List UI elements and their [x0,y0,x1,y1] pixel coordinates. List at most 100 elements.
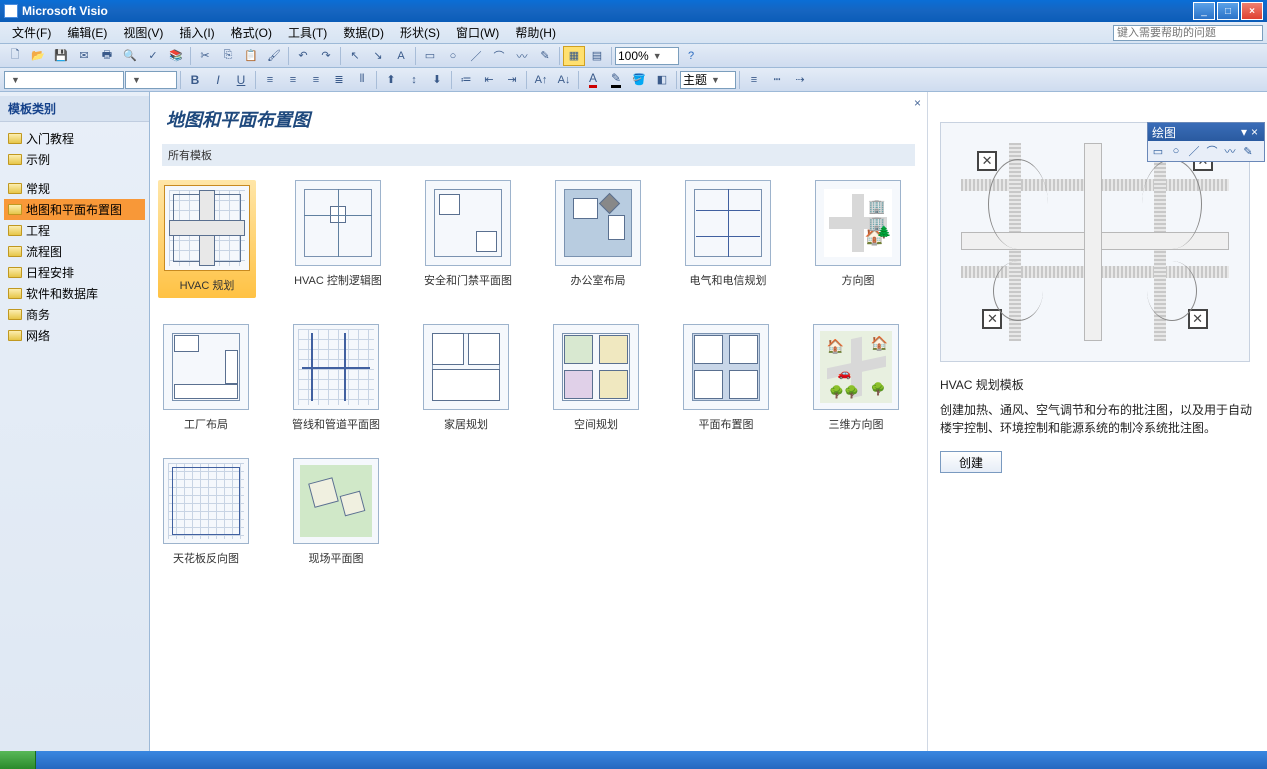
template-item[interactable]: 工厂布局 [158,324,254,432]
valign-mid-button[interactable]: ↕ [403,70,425,90]
valign-bot-button[interactable]: ⬇ [426,70,448,90]
maximize-button[interactable]: □ [1217,2,1239,20]
fill-toggle[interactable]: ▦ [563,46,585,66]
open-button[interactable]: 📂 [27,46,49,66]
start-button[interactable] [0,751,36,769]
create-button[interactable]: 创建 [940,451,1002,473]
line-tool[interactable]: ／ [465,46,487,66]
panel-menu-icon[interactable]: ▾ [1239,125,1249,139]
template-item[interactable]: 平面布置图 [678,324,774,432]
indent-button[interactable]: ⇥ [501,70,523,90]
template-item[interactable]: 家居规划 [418,324,514,432]
sidebar-item-business[interactable]: 商务 [4,304,145,325]
template-item[interactable]: 🏠🏢🏢🌲方向图 [810,180,906,298]
template-item[interactable]: 🏠🏠🌳🌳🌳🚗三维方向图 [808,324,904,432]
menu-insert[interactable]: 插入(I) [171,22,222,43]
line-color-button[interactable]: ✎ [605,70,627,90]
shadow-button[interactable]: ◧ [651,70,673,90]
template-item[interactable]: 现场平面图 [288,458,384,566]
outdent-button[interactable]: ⇤ [478,70,500,90]
copy-button[interactable]: ⎘ [217,46,239,66]
menu-data[interactable]: 数据(D) [335,22,392,43]
menu-tools[interactable]: 工具(T) [280,22,335,43]
sidebar-item-flowchart[interactable]: 流程图 [4,241,145,262]
close-pane-icon[interactable]: × [914,96,921,110]
sidebar-item-samples[interactable]: 示例 [4,149,145,170]
fontsize-combo[interactable]: ▼ [125,71,177,89]
research-button[interactable]: 📚 [165,46,187,66]
template-item[interactable]: 办公室布局 [550,180,646,298]
ellipse-tool-icon[interactable]: ○ [1169,144,1183,158]
help-input[interactable] [1113,25,1263,41]
menu-help[interactable]: 帮助(H) [507,22,564,43]
template-item[interactable]: HVAC 控制逻辑图 [290,180,386,298]
template-item[interactable]: 安全和门禁平面图 [420,180,516,298]
preview-button[interactable]: 🔍 [119,46,141,66]
mail-button[interactable]: ✉ [73,46,95,66]
menu-edit[interactable]: 编辑(E) [59,22,115,43]
drawing-tools-panel[interactable]: 绘图 ▾ × ▭ ○ ／ ⌒ 〰 ✎ [1147,122,1265,162]
template-item[interactable]: 电气和电信规划 [680,180,776,298]
cut-button[interactable]: ✂ [194,46,216,66]
text-tool[interactable]: A [390,46,412,66]
undo-button[interactable]: ↶ [292,46,314,66]
sidebar-item-maps-floor[interactable]: 地图和平面布置图 [4,199,145,220]
menu-window[interactable]: 窗口(W) [448,22,507,43]
new-button[interactable]: 🗋 [4,46,26,66]
distribute-button[interactable]: ⫴ [351,70,373,90]
close-button[interactable]: × [1241,2,1263,20]
valign-top-button[interactable]: ⬆ [380,70,402,90]
menu-view[interactable]: 视图(V) [115,22,171,43]
line-weight-button[interactable]: ≡ [743,70,765,90]
freeform-tool[interactable]: 〰 [511,46,533,66]
align-right-button[interactable]: ≡ [305,70,327,90]
format-painter-button[interactable]: 🖌 [263,46,285,66]
menu-file[interactable]: 文件(F) [4,22,59,43]
arc-tool-icon[interactable]: ⌒ [1205,144,1219,158]
sidebar-item-network[interactable]: 网络 [4,325,145,346]
drawing-panel-header[interactable]: 绘图 ▾ × [1148,123,1264,141]
sidebar-item-engineering[interactable]: 工程 [4,220,145,241]
pointer-tool[interactable]: ↖ [344,46,366,66]
align-left-button[interactable]: ≡ [259,70,281,90]
arc-tool[interactable]: ⌒ [488,46,510,66]
line-tool-icon[interactable]: ／ [1187,144,1201,158]
rect-tool[interactable]: ▭ [419,46,441,66]
fontsize-down-button[interactable]: A↓ [553,70,575,90]
stencil-button[interactable]: ▤ [586,46,608,66]
spell-button[interactable]: ✓ [142,46,164,66]
menu-format[interactable]: 格式(O) [223,22,280,43]
bold-button[interactable]: B [184,70,206,90]
underline-button[interactable]: U [230,70,252,90]
sidebar-item-software-db[interactable]: 软件和数据库 [4,283,145,304]
pencil-tool[interactable]: ✎ [534,46,556,66]
freeform-tool-icon[interactable]: 〰 [1223,144,1237,158]
pencil-tool-icon[interactable]: ✎ [1241,144,1255,158]
ellipse-tool[interactable]: ○ [442,46,464,66]
align-center-button[interactable]: ≡ [282,70,304,90]
font-combo[interactable]: ▼ [4,71,124,89]
line-pattern-button[interactable]: ┉ [766,70,788,90]
menu-shapes[interactable]: 形状(S) [392,22,448,43]
save-button[interactable]: 💾 [50,46,72,66]
bullets-button[interactable]: ≔ [455,70,477,90]
template-item[interactable]: 管线和管道平面图 [288,324,384,432]
minimize-button[interactable]: _ [1193,2,1215,20]
fill-color-button[interactable]: 🪣 [628,70,650,90]
template-item[interactable]: 空间规划 [548,324,644,432]
redo-button[interactable]: ↷ [315,46,337,66]
sidebar-item-tutorial[interactable]: 入门教程 [4,128,145,149]
sidebar-item-schedule[interactable]: 日程安排 [4,262,145,283]
template-item[interactable]: 天花板反向图 [158,458,254,566]
panel-close-icon[interactable]: × [1249,125,1260,139]
font-color-button[interactable]: A [582,70,604,90]
paste-button[interactable]: 📋 [240,46,262,66]
sidebar-item-general[interactable]: 常规 [4,178,145,199]
rectangle-tool-icon[interactable]: ▭ [1151,144,1165,158]
template-item[interactable]: HVAC 规划 [158,180,256,298]
help-button[interactable]: ? [680,46,702,66]
line-ends-button[interactable]: ⇢ [789,70,811,90]
italic-button[interactable]: I [207,70,229,90]
zoom-combo[interactable]: 100%▼ [615,47,679,65]
connector-tool[interactable]: ↘ [367,46,389,66]
